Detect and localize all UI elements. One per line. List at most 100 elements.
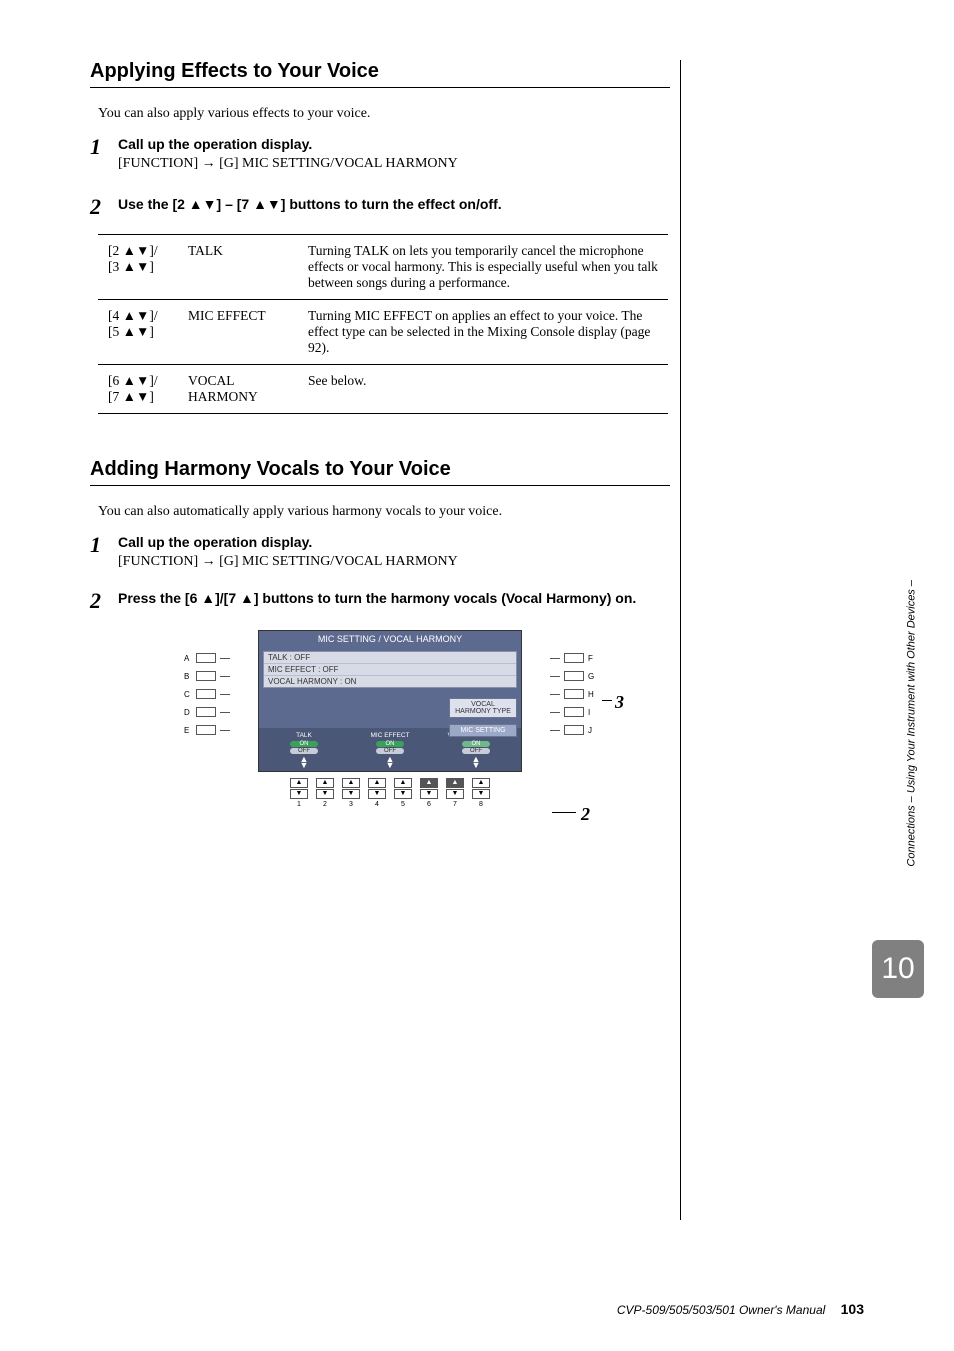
down-icon[interactable]: ▼ (472, 789, 490, 799)
step1-title: Call up the operation display. (118, 136, 670, 152)
num-button-3[interactable]: ▲▼3 (342, 778, 360, 808)
footer-manual: CVP-509/505/503/501 Owner's Manual (617, 1303, 825, 1317)
updown-icon: ▲▼ (261, 756, 347, 769)
num-button-1[interactable]: ▲▼ 1 (290, 778, 308, 808)
status-vocal-harmony: VOCAL HARMONY : ON (264, 676, 516, 687)
side-button-c[interactable]: C (184, 689, 230, 699)
hw-button[interactable] (196, 707, 216, 717)
step1-text: [FUNCTION] → [G] MIC SETTING/VOCAL HARMO… (118, 156, 670, 172)
vh-on[interactable]: ON (462, 741, 490, 747)
side-letter: H (588, 690, 596, 699)
cell-buttons: [6 ▲▼]/ [7 ▲▼] (98, 365, 178, 414)
callout-3: 3 (615, 692, 624, 713)
side-button-j[interactable]: J (550, 725, 596, 735)
cell-desc: Turning MIC EFFECT on applies an effect … (298, 300, 668, 365)
hw-button[interactable] (196, 653, 216, 663)
up-icon[interactable]: ▲ (394, 778, 412, 788)
side-letter: I (588, 708, 596, 717)
status-mic: MIC EFFECT : OFF (264, 664, 516, 676)
side-button-f[interactable]: F (550, 653, 596, 663)
num-button-6[interactable]: ▲▼ 6 (420, 778, 438, 808)
up-icon[interactable]: ▲ (316, 778, 334, 788)
s2-step2-title: Press the [6 ▲]/[7 ▲] buttons to turn th… (118, 590, 670, 606)
chapter-tab: 10 (872, 940, 924, 998)
s2-step1-title: Call up the operation display. (118, 534, 670, 550)
mic-setting-button[interactable]: MIC SETTING (449, 724, 517, 737)
side-letter: D (184, 708, 192, 717)
side-letter: C (184, 690, 192, 699)
down-icon[interactable]: ▼ (420, 789, 438, 799)
talk-on[interactable]: ON (290, 741, 318, 747)
numbered-buttons: ▲▼1 ▲▼2 ▲▼3 ▲▼4 ▲▼5 ▲▼6 ▲▼7 ▲▼8 (170, 778, 610, 808)
up-icon[interactable]: ▲ (342, 778, 360, 788)
down-icon[interactable]: ▼ (394, 789, 412, 799)
side-letter: J (588, 726, 596, 735)
footer: CVP-509/505/503/501 Owner's Manual 103 (617, 1301, 864, 1317)
side-letter: A (184, 654, 192, 663)
status-talk: TALK : OFF (264, 652, 516, 664)
num-button-2[interactable]: ▲▼ 2 (316, 778, 334, 808)
down-icon[interactable]: ▼ (316, 789, 334, 799)
side-button-i[interactable]: I (550, 707, 596, 717)
vertical-separator (680, 60, 681, 1220)
cell-name: VOCAL HARMONY (178, 365, 298, 414)
down-icon[interactable]: ▼ (368, 789, 386, 799)
hw-button[interactable] (196, 725, 216, 735)
callout-2: 2 (581, 804, 590, 825)
section2-intro: You can also automatically apply various… (98, 504, 670, 520)
hw-button[interactable] (196, 689, 216, 699)
num-button-8[interactable]: ▲▼ 8 (472, 778, 490, 808)
side-buttons-left: A B C D E (184, 653, 230, 735)
hw-button[interactable] (564, 653, 584, 663)
num-label: 2 (323, 801, 327, 808)
side-button-g[interactable]: G (550, 671, 596, 681)
cell-desc: Turning TALK on lets you temporarily can… (298, 235, 668, 300)
cell-name: TALK (178, 235, 298, 300)
step-number: 1 (90, 136, 118, 158)
step-number: 2 (90, 196, 118, 218)
section-title-harmony: Adding Harmony Vocals to Your Voice (90, 458, 670, 486)
side-button-a[interactable]: A (184, 653, 230, 663)
num-button-5[interactable]: ▲▼5 (394, 778, 412, 808)
up-icon[interactable]: ▲ (368, 778, 386, 788)
ctrl-miceffect-label: MIC EFFECT (347, 732, 433, 739)
step-number: 2 (90, 590, 118, 612)
down-icon[interactable]: ▼ (290, 789, 308, 799)
updown-icon: ▲▼ (433, 756, 519, 769)
num-label: 6 (427, 801, 431, 808)
s2-step1-text: [FUNCTION] → [G] MIC SETTING/VOCAL HARMO… (118, 554, 670, 570)
cell-name: MIC EFFECT (178, 300, 298, 365)
side-letter: F (588, 654, 596, 663)
hw-button[interactable] (196, 671, 216, 681)
up-icon[interactable]: ▲ (420, 778, 438, 788)
step-number: 1 (90, 534, 118, 556)
lcd-screen: MIC SETTING / VOCAL HARMONY TALK : OFF M… (258, 630, 522, 772)
hw-button[interactable] (564, 707, 584, 717)
down-icon[interactable]: ▼ (342, 789, 360, 799)
callout-line (552, 812, 576, 813)
num-label: 1 (297, 801, 301, 808)
vocal-harmony-type-button[interactable]: VOCAL HARMONY TYPE (449, 698, 517, 718)
up-icon[interactable]: ▲ (472, 778, 490, 788)
miceffect-on[interactable]: ON (376, 741, 404, 747)
cell-buttons: [2 ▲▼]/ [3 ▲▼] (98, 235, 178, 300)
side-button-d[interactable]: D (184, 707, 230, 717)
hw-button[interactable] (564, 671, 584, 681)
num-button-4[interactable]: ▲▼ 4 (368, 778, 386, 808)
side-letter: G (588, 672, 596, 681)
down-icon[interactable]: ▼ (446, 789, 464, 799)
num-label: 4 (375, 801, 379, 808)
side-button-b[interactable]: B (184, 671, 230, 681)
up-icon[interactable]: ▲ (446, 778, 464, 788)
side-button-e[interactable]: E (184, 725, 230, 735)
updown-icon: ▲▼ (347, 756, 433, 769)
hw-button[interactable] (564, 689, 584, 699)
table-row: [6 ▲▼]/ [7 ▲▼] VOCAL HARMONY See below. (98, 365, 668, 414)
hw-button[interactable] (564, 725, 584, 735)
num-label: 8 (479, 801, 483, 808)
num-button-7[interactable]: ▲▼ 7 (446, 778, 464, 808)
up-icon[interactable]: ▲ (290, 778, 308, 788)
num-label: 7 (453, 801, 457, 808)
side-button-h[interactable]: H (550, 689, 596, 699)
table-row: [4 ▲▼]/ [5 ▲▼] MIC EFFECT Turning MIC EF… (98, 300, 668, 365)
